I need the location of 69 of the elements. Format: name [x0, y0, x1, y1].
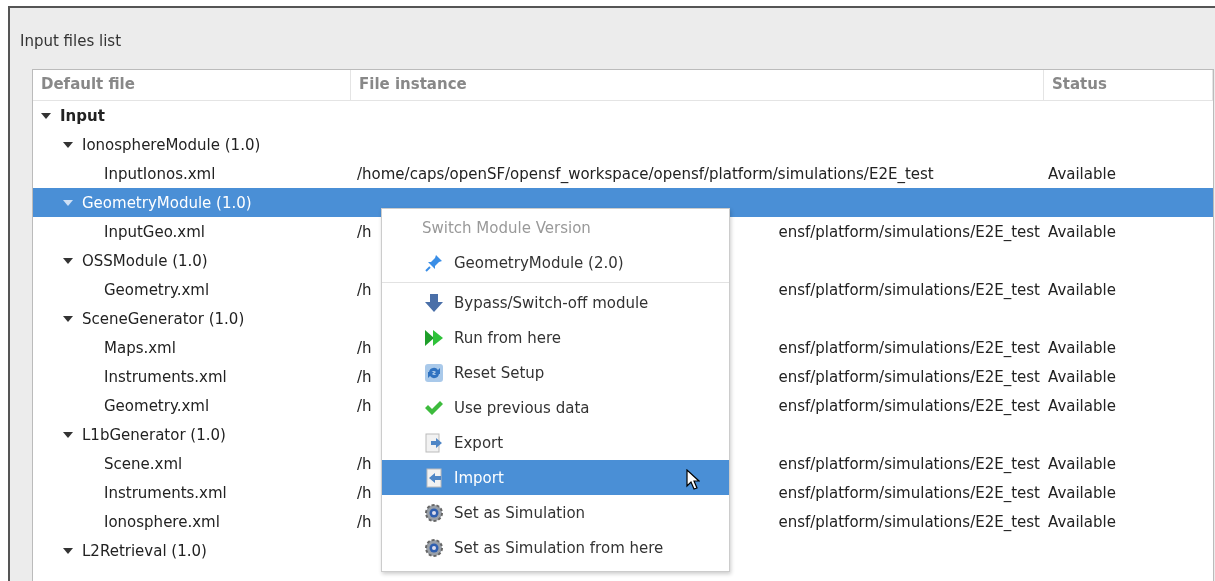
status-text: Available	[1048, 454, 1116, 473]
status-text: Available	[1048, 483, 1116, 502]
tree-label[interactable]: Instruments.xml	[104, 367, 227, 386]
tree-label[interactable]: IonosphereModule (1.0)	[82, 135, 261, 154]
column-header[interactable]: File instance	[351, 70, 1044, 100]
file-path: ensf/platform/simulations/E2E_test	[778, 396, 1040, 415]
file-path: /home/caps/openSF/opensf_workspace/opensf/platform/simulations/E2E_test	[357, 164, 934, 183]
menu-item[interactable]: Reset Setup	[382, 355, 729, 390]
column-header[interactable]: Default file	[33, 70, 351, 100]
status-text: Available	[1048, 338, 1116, 357]
tree-label[interactable]: L2Retrieval (1.0)	[82, 541, 207, 560]
fast-forward-icon	[424, 327, 444, 348]
file-path: /h	[357, 483, 372, 502]
tree-label[interactable]: InputIonos.xml	[104, 164, 216, 183]
export-icon	[424, 432, 444, 453]
tree-label[interactable]: SceneGenerator (1.0)	[82, 309, 245, 328]
file-path: /h	[357, 454, 372, 473]
expand-arrow-icon[interactable]	[63, 545, 73, 556]
status-text: Available	[1048, 164, 1116, 183]
expand-arrow-icon[interactable]	[63, 429, 73, 440]
expand-arrow-icon[interactable]	[63, 139, 73, 150]
tree-label[interactable]: L1bGenerator (1.0)	[82, 425, 226, 444]
pin-icon	[424, 252, 444, 273]
tree-label[interactable]: Input	[60, 106, 105, 125]
file-path: /h	[357, 338, 372, 357]
status-text: Available	[1048, 367, 1116, 386]
tree-label[interactable]: Ionosphere.xml	[104, 512, 220, 531]
menu-item[interactable]: Set as Simulation from here	[382, 530, 729, 565]
column-header[interactable]: Status	[1044, 70, 1213, 100]
file-path: ensf/platform/simulations/E2E_test	[778, 222, 1040, 241]
status-text: Available	[1048, 222, 1116, 241]
tree-label[interactable]: InputGeo.xml	[104, 222, 206, 241]
file-path: /h	[357, 512, 372, 531]
status-text: Available	[1048, 280, 1116, 299]
file-path: /h	[357, 367, 372, 386]
mouse-cursor-icon	[686, 469, 700, 491]
file-path: /h	[357, 280, 372, 299]
menu-item[interactable]: Use previous data	[382, 390, 729, 425]
gear-icon	[424, 537, 444, 558]
file-path: ensf/platform/simulations/E2E_test	[778, 280, 1040, 299]
expand-arrow-icon[interactable]	[63, 255, 73, 266]
down-arrow-icon	[424, 292, 444, 313]
file-path: ensf/platform/simulations/E2E_test	[778, 483, 1040, 502]
import-icon	[424, 467, 444, 488]
menu-heading: Switch Module Version	[421, 218, 592, 239]
file-path: ensf/platform/simulations/E2E_test	[778, 338, 1040, 357]
expand-arrow-icon[interactable]	[63, 313, 73, 324]
file-path: ensf/platform/simulations/E2E_test	[778, 454, 1040, 473]
file-path: ensf/platform/simulations/E2E_test	[778, 512, 1040, 531]
status-text: Available	[1048, 396, 1116, 415]
file-path: ensf/platform/simulations/E2E_test	[778, 367, 1040, 386]
status-text: Available	[1048, 512, 1116, 531]
tree-label[interactable]: OSSModule (1.0)	[82, 251, 208, 270]
refresh-icon	[424, 362, 444, 383]
menu-item[interactable]: GeometryModule (2.0)	[382, 245, 729, 280]
tree-label[interactable]: Geometry.xml	[104, 280, 210, 299]
file-path: /h	[357, 222, 372, 241]
menu-item[interactable]: Run from here	[382, 320, 729, 355]
tree-label[interactable]: Maps.xml	[104, 338, 176, 357]
tree-label[interactable]: Scene.xml	[104, 454, 183, 473]
panel-title: Input files list	[20, 32, 123, 50]
tree-label[interactable]: Geometry.xml	[104, 396, 210, 415]
tree-label[interactable]: Instruments.xml	[104, 483, 227, 502]
file-path: /h	[357, 396, 372, 415]
gear-icon	[424, 502, 444, 523]
expand-arrow-icon[interactable]	[41, 110, 51, 121]
menu-item[interactable]: Bypass/Switch-off module	[382, 285, 729, 320]
menu-item[interactable]: Set as Simulation	[382, 495, 729, 530]
menu-item[interactable]: Export	[382, 425, 729, 460]
